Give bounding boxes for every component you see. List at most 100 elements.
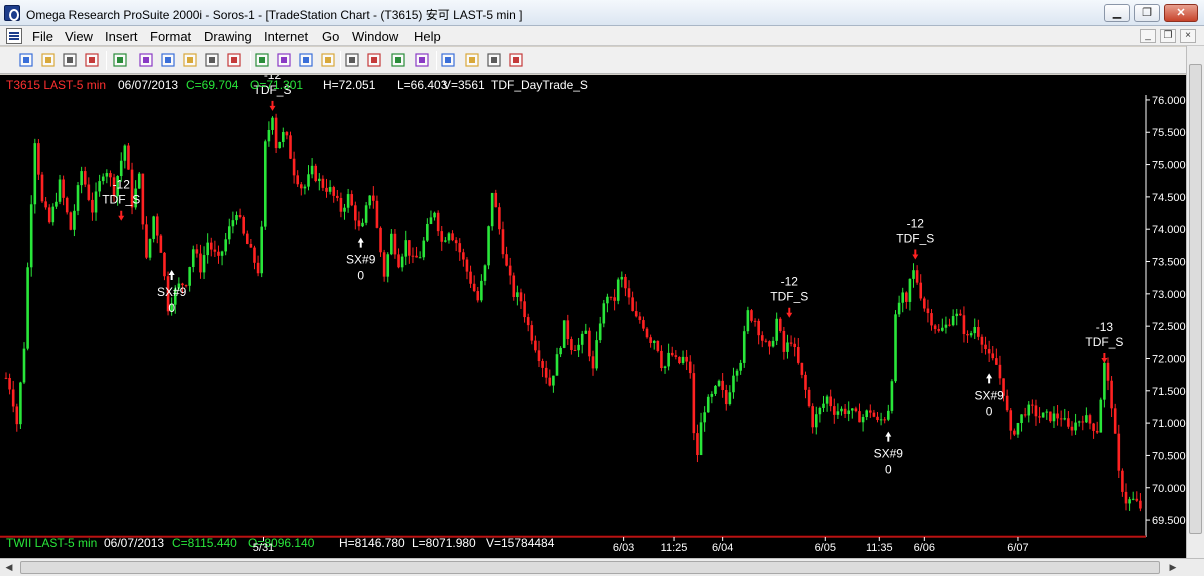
bar-body xyxy=(145,224,148,258)
bar-body xyxy=(1074,422,1077,431)
bar-body xyxy=(310,165,314,175)
bar-body xyxy=(224,239,227,252)
scroll-right-arrow[interactable]: ▶ xyxy=(1166,561,1180,574)
bar-body xyxy=(642,320,645,329)
bar-body xyxy=(44,201,47,208)
bar-body xyxy=(656,340,660,351)
bar-spacing-icon[interactable] xyxy=(204,52,221,68)
zoom-in-icon[interactable] xyxy=(390,52,407,68)
bar-body xyxy=(29,204,33,268)
bar-body xyxy=(40,174,44,202)
print-icon[interactable] xyxy=(112,52,129,68)
bar-body xyxy=(15,406,19,425)
omega-app-icon[interactable] xyxy=(4,5,20,21)
price-chart[interactable]: 76.000 75.500 75.000 74.500 74.000 73.500 73.0… xyxy=(0,68,1186,558)
bar-body xyxy=(933,325,937,330)
mdi-restore-button[interactable]: ❐ xyxy=(1160,29,1176,43)
bar-body xyxy=(465,259,469,272)
expand-icon[interactable] xyxy=(366,52,383,68)
drawing-tools-icon[interactable] xyxy=(440,52,457,68)
news-icon[interactable] xyxy=(320,52,337,68)
title-bar[interactable]: Omega Research ProSuite 2000i - Soros-1 … xyxy=(0,0,1204,26)
insert-indicator-icon[interactable] xyxy=(226,52,243,68)
minimize-button[interactable]: ▁ xyxy=(1104,4,1130,22)
pointer-icon[interactable] xyxy=(464,52,481,68)
bar-body xyxy=(1009,410,1013,431)
vertical-scrollbar[interactable] xyxy=(1186,46,1204,558)
price-bar xyxy=(314,163,318,183)
bar-body xyxy=(1016,423,1020,435)
menu-internet[interactable]: Internet xyxy=(264,29,308,44)
bar-body xyxy=(127,145,130,170)
maximize-button[interactable]: ❐ xyxy=(1134,4,1160,22)
menu-format[interactable]: Format xyxy=(150,29,191,44)
menu-view[interactable]: View xyxy=(65,29,93,44)
menu-drawing[interactable]: Drawing xyxy=(204,29,252,44)
bar-body xyxy=(19,382,22,425)
bar-body xyxy=(1063,418,1067,420)
mdi-minimize-button[interactable]: _ xyxy=(1140,29,1156,43)
bar-body xyxy=(141,173,145,225)
scroll-left-arrow[interactable]: ◀ xyxy=(2,561,16,574)
menu-window[interactable]: Window xyxy=(352,29,398,44)
compress-icon[interactable] xyxy=(344,52,361,68)
y-tick-label: 71.500 xyxy=(1152,386,1186,398)
bar-body xyxy=(516,292,519,297)
chart-analysis-icon[interactable] xyxy=(298,52,315,68)
bar-body xyxy=(361,222,364,227)
g-icon[interactable] xyxy=(486,52,503,68)
signal-qty-label: 0 xyxy=(168,301,175,315)
document-icon[interactable] xyxy=(6,28,22,44)
price-bar xyxy=(1049,411,1052,423)
price-bar xyxy=(588,327,591,362)
menu-insert[interactable]: Insert xyxy=(105,29,138,44)
vertical-scroll-thumb[interactable] xyxy=(1189,64,1202,534)
bar-body xyxy=(872,412,876,417)
mdi-close-button[interactable]: × xyxy=(1180,29,1196,43)
price-bar xyxy=(364,201,368,226)
open-icon[interactable] xyxy=(40,52,57,68)
signal-qty-label: -13 xyxy=(1096,320,1114,334)
menu-file[interactable]: File xyxy=(32,29,53,44)
sub-volume: V=15784484 xyxy=(486,536,555,550)
menu-help[interactable]: Help xyxy=(414,29,441,44)
bar-body xyxy=(487,226,490,266)
menu-go[interactable]: Go xyxy=(322,29,339,44)
data-window-icon[interactable] xyxy=(276,52,293,68)
bar-body xyxy=(119,160,123,177)
bar-body xyxy=(674,355,678,357)
bar-body xyxy=(33,143,37,205)
bar-body xyxy=(188,267,191,286)
help-icon[interactable] xyxy=(508,52,525,68)
signal-qty-label: 0 xyxy=(885,463,892,477)
header-strategy: TDF_DayTrade_S xyxy=(491,78,588,92)
bar-body xyxy=(541,361,544,368)
bar-body xyxy=(987,349,991,354)
bar-body xyxy=(530,325,534,341)
price-bar xyxy=(148,238,152,261)
horizontal-scrollbar[interactable]: ◀ ▶ xyxy=(0,558,1204,576)
bar-body xyxy=(591,356,595,369)
toolbar-separator xyxy=(250,51,251,70)
application-window: Omega Research ProSuite 2000i - Soros-1 … xyxy=(0,0,1204,576)
bar-body xyxy=(508,265,512,276)
price-bar xyxy=(645,327,649,339)
bar-body xyxy=(573,349,577,351)
bar-body xyxy=(1034,405,1038,417)
toolbar-separator xyxy=(106,51,107,70)
bar-body xyxy=(883,419,887,421)
scroll-right-icon[interactable] xyxy=(182,52,199,68)
chart-area[interactable]: 76.000 75.500 75.000 74.500 74.000 73.500 73.0… xyxy=(0,68,1204,558)
bar-body xyxy=(321,178,325,188)
horizontal-scroll-thumb[interactable] xyxy=(20,561,1160,574)
new-icon[interactable] xyxy=(18,52,35,68)
zoom-out-icon[interactable] xyxy=(414,52,431,68)
format-icon[interactable] xyxy=(138,52,155,68)
bar-body xyxy=(1124,491,1128,504)
price-bar xyxy=(1099,397,1103,433)
scroll-left-icon[interactable] xyxy=(160,52,177,68)
save-workspace-icon[interactable] xyxy=(62,52,79,68)
close-button[interactable]: ✕ xyxy=(1164,4,1198,22)
close-icon[interactable] xyxy=(84,52,101,68)
insert-strategy-icon[interactable] xyxy=(254,52,271,68)
